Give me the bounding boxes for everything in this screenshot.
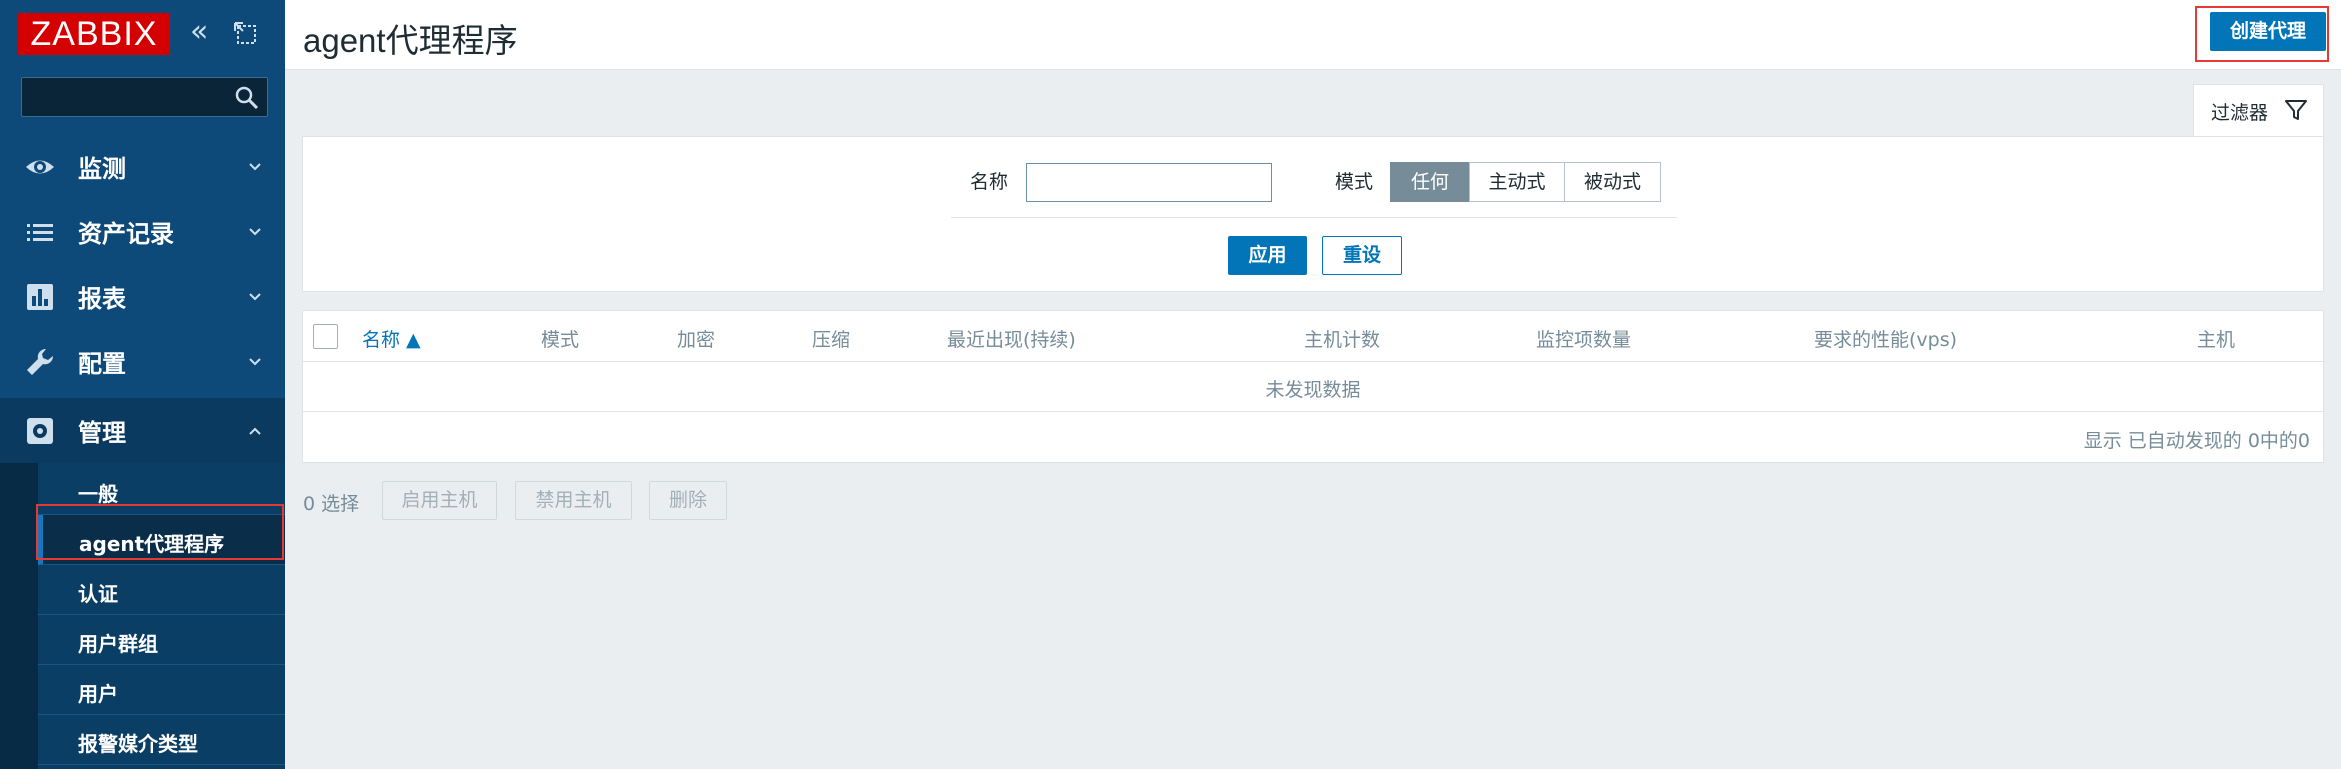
menu-item-monitoring[interactable]: 监测: [0, 134, 285, 199]
empty-message: 未发现数据: [1265, 379, 1361, 401]
filter-tab[interactable]: 过滤器: [2193, 84, 2324, 137]
column-required-vps: 要求的性能(vps): [1814, 329, 1958, 351]
column-hosts: 主机: [2197, 329, 2236, 351]
enable-hosts-button[interactable]: 启用主机: [382, 481, 497, 520]
submenu-item-media-types[interactable]: 报警媒介类型: [38, 715, 285, 765]
apply-button[interactable]: 应用: [1228, 236, 1307, 275]
mode-option-active[interactable]: 主动式: [1469, 162, 1565, 202]
menu-item-administration[interactable]: 管理: [0, 398, 285, 463]
menu-label: 资产记录: [78, 220, 174, 248]
select-all-checkbox[interactable]: [313, 324, 338, 349]
menu-item-reports[interactable]: 报表: [0, 264, 285, 329]
bar-chart-icon: [27, 284, 53, 310]
page-title: agent代理程序: [303, 22, 518, 59]
column-last-seen: 最近出现(持续): [947, 329, 1076, 351]
reset-button[interactable]: 重设: [1322, 236, 1402, 275]
highlight-box: [2195, 6, 2329, 62]
chevron-down-icon: [249, 228, 261, 236]
proxies-table: 名称 ▲ 模式 加密 压缩 最近出现(持续) 主机计数 监控项数量 要求的性能(…: [302, 310, 2324, 463]
mode-option-passive[interactable]: 被动式: [1564, 162, 1661, 202]
submenu-label: 报警媒介类型: [78, 732, 198, 756]
submenu-label: 一般: [78, 482, 118, 506]
column-encryption: 加密: [677, 329, 716, 351]
gear-icon: [27, 418, 53, 444]
mode-label: 模式: [1335, 171, 1374, 193]
column-host-count: 主机计数: [1304, 329, 1381, 351]
menu-label: 监测: [78, 155, 126, 183]
highlight-box: [36, 504, 284, 560]
filter-icon: [2285, 100, 2307, 120]
submenu-trail: [0, 463, 38, 769]
chevron-down-icon: [249, 358, 261, 366]
column-item-count: 监控项数量: [1536, 329, 1632, 351]
menu-item-inventory[interactable]: 资产记录: [0, 199, 285, 264]
sidebar-search-input[interactable]: [21, 77, 268, 117]
table-stats: 显示 已自动发现的 0中的0: [2083, 430, 2310, 452]
name-input[interactable]: [1026, 163, 1272, 202]
table-header: 名称 ▲ 模式 加密 压缩 最近出现(持续) 主机计数 监控项数量 要求的性能(…: [303, 311, 2323, 362]
selected-count: 0 选择: [303, 493, 360, 515]
column-compression: 压缩: [812, 329, 851, 351]
menu-item-configuration[interactable]: 配置: [0, 329, 285, 394]
disable-hosts-button[interactable]: 禁用主机: [515, 481, 632, 520]
collapse-sidebar-icon[interactable]: «: [190, 17, 220, 48]
submenu-label: 认证: [78, 582, 118, 606]
zabbix-logo[interactable]: ZABBIX: [18, 13, 170, 55]
filter-tab-label: 过滤器: [2211, 102, 2269, 124]
kiosk-mode-icon[interactable]: [232, 20, 258, 46]
filter-divider: [951, 217, 1677, 218]
submenu-label: 用户: [78, 682, 118, 706]
chevron-down-icon: [249, 293, 261, 301]
wrench-icon: [27, 348, 54, 375]
column-name-sort[interactable]: 名称 ▲: [362, 325, 421, 352]
page-header: agent代理程序 创建代理: [285, 0, 2341, 70]
menu-label: 报表: [78, 285, 126, 313]
delete-button[interactable]: 删除: [649, 481, 727, 520]
table-footer: 显示 已自动发现的 0中的0: [303, 412, 2323, 463]
submenu-item-users[interactable]: 用户: [38, 665, 285, 715]
table-empty-row: 未发现数据: [303, 362, 2323, 412]
filter-panel: 名称 模式 任何 主动式 被动式 应用 重设: [302, 136, 2324, 292]
chevron-down-icon: [249, 163, 261, 171]
list-icon: [27, 224, 53, 241]
submenu-label: 用户群组: [78, 632, 158, 656]
sidebar: ZABBIX « 监测 资产记录 报表 配置 管理 一般 agent代理程序 认…: [0, 0, 285, 769]
menu-label: 配置: [78, 350, 126, 378]
column-mode: 模式: [541, 329, 580, 351]
submenu-item-authentication[interactable]: 认证: [38, 565, 285, 615]
chevron-up-icon: [249, 427, 261, 435]
name-label: 名称: [970, 171, 1009, 193]
eye-icon: [26, 160, 54, 174]
menu-label: 管理: [78, 419, 126, 447]
search-icon[interactable]: [233, 84, 261, 112]
submenu-item-user-groups[interactable]: 用户群组: [38, 615, 285, 665]
mode-option-any[interactable]: 任何: [1390, 162, 1470, 202]
